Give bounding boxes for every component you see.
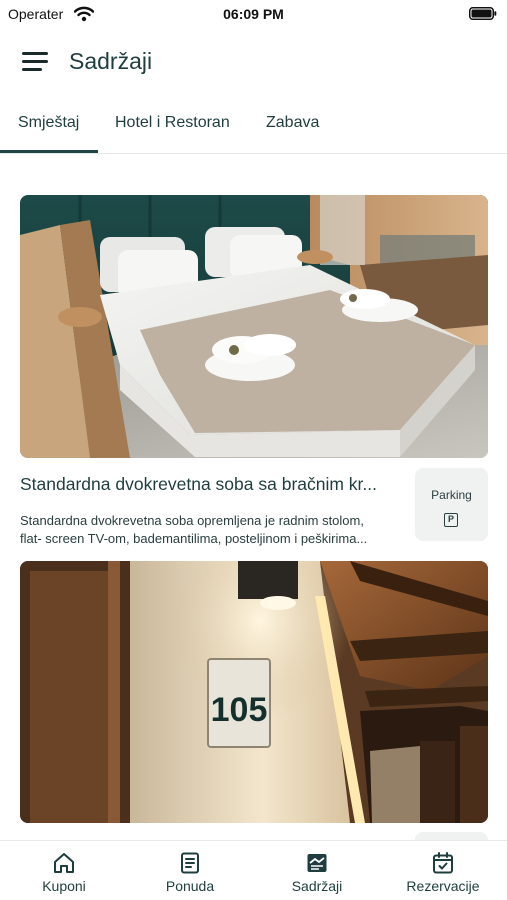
active-tab-indicator <box>0 150 98 153</box>
status-time: 06:09 PM <box>223 6 284 22</box>
card-description: Standardna dvokrevetna soba opremljena j… <box>20 512 408 548</box>
tab-bar: Smještaj Hotel i Restoran Zabava <box>0 104 507 154</box>
room-number-sign: 105 <box>211 691 268 729</box>
tab-zabava[interactable]: Zabava <box>266 114 319 132</box>
card-title[interactable]: Standardna dvokrevetna soba sa bračnim k… <box>20 474 405 495</box>
hotel-corridor-room-105-photo[interactable]: 105 <box>20 561 488 823</box>
gallery-icon <box>307 854 327 872</box>
battery-icon <box>469 7 497 20</box>
double-bed-room-photo[interactable] <box>20 195 488 458</box>
hamburger-menu-icon[interactable] <box>20 46 52 78</box>
status-bar: Operater 06:09 PM <box>0 0 507 30</box>
nav-label: Rezervacije <box>406 878 480 894</box>
nav-label: Sadržaji <box>291 878 343 894</box>
amenity-chip-parking[interactable]: Parking P <box>415 468 488 541</box>
bottom-navigation: Kuponi Ponuda Sadržaji Rezervacije <box>0 840 507 900</box>
nav-rezervacije[interactable]: Rezervacije <box>388 847 498 899</box>
card-description-line: flat- screen TV-om, bademantilima, poste… <box>20 531 368 546</box>
tab-smjestaj[interactable]: Smještaj <box>18 114 79 132</box>
home-icon <box>54 853 74 873</box>
nav-label: Kuponi <box>42 878 86 894</box>
nav-kuponi[interactable]: Kuponi <box>9 847 119 899</box>
parking-icon: P <box>444 513 458 527</box>
nav-ponuda[interactable]: Ponuda <box>135 847 245 899</box>
nav-sadrzaji[interactable]: Sadržaji <box>262 847 372 899</box>
document-icon <box>181 852 199 874</box>
calendar-check-icon <box>433 852 453 874</box>
nav-label: Ponuda <box>165 878 215 894</box>
card-description-line: Standardna dvokrevetna soba opremljena j… <box>20 513 364 528</box>
tab-hotel-i-restoran[interactable]: Hotel i Restoran <box>115 114 230 132</box>
amenity-label: Parking <box>431 488 472 502</box>
page-title: Sadržaji <box>69 48 153 74</box>
